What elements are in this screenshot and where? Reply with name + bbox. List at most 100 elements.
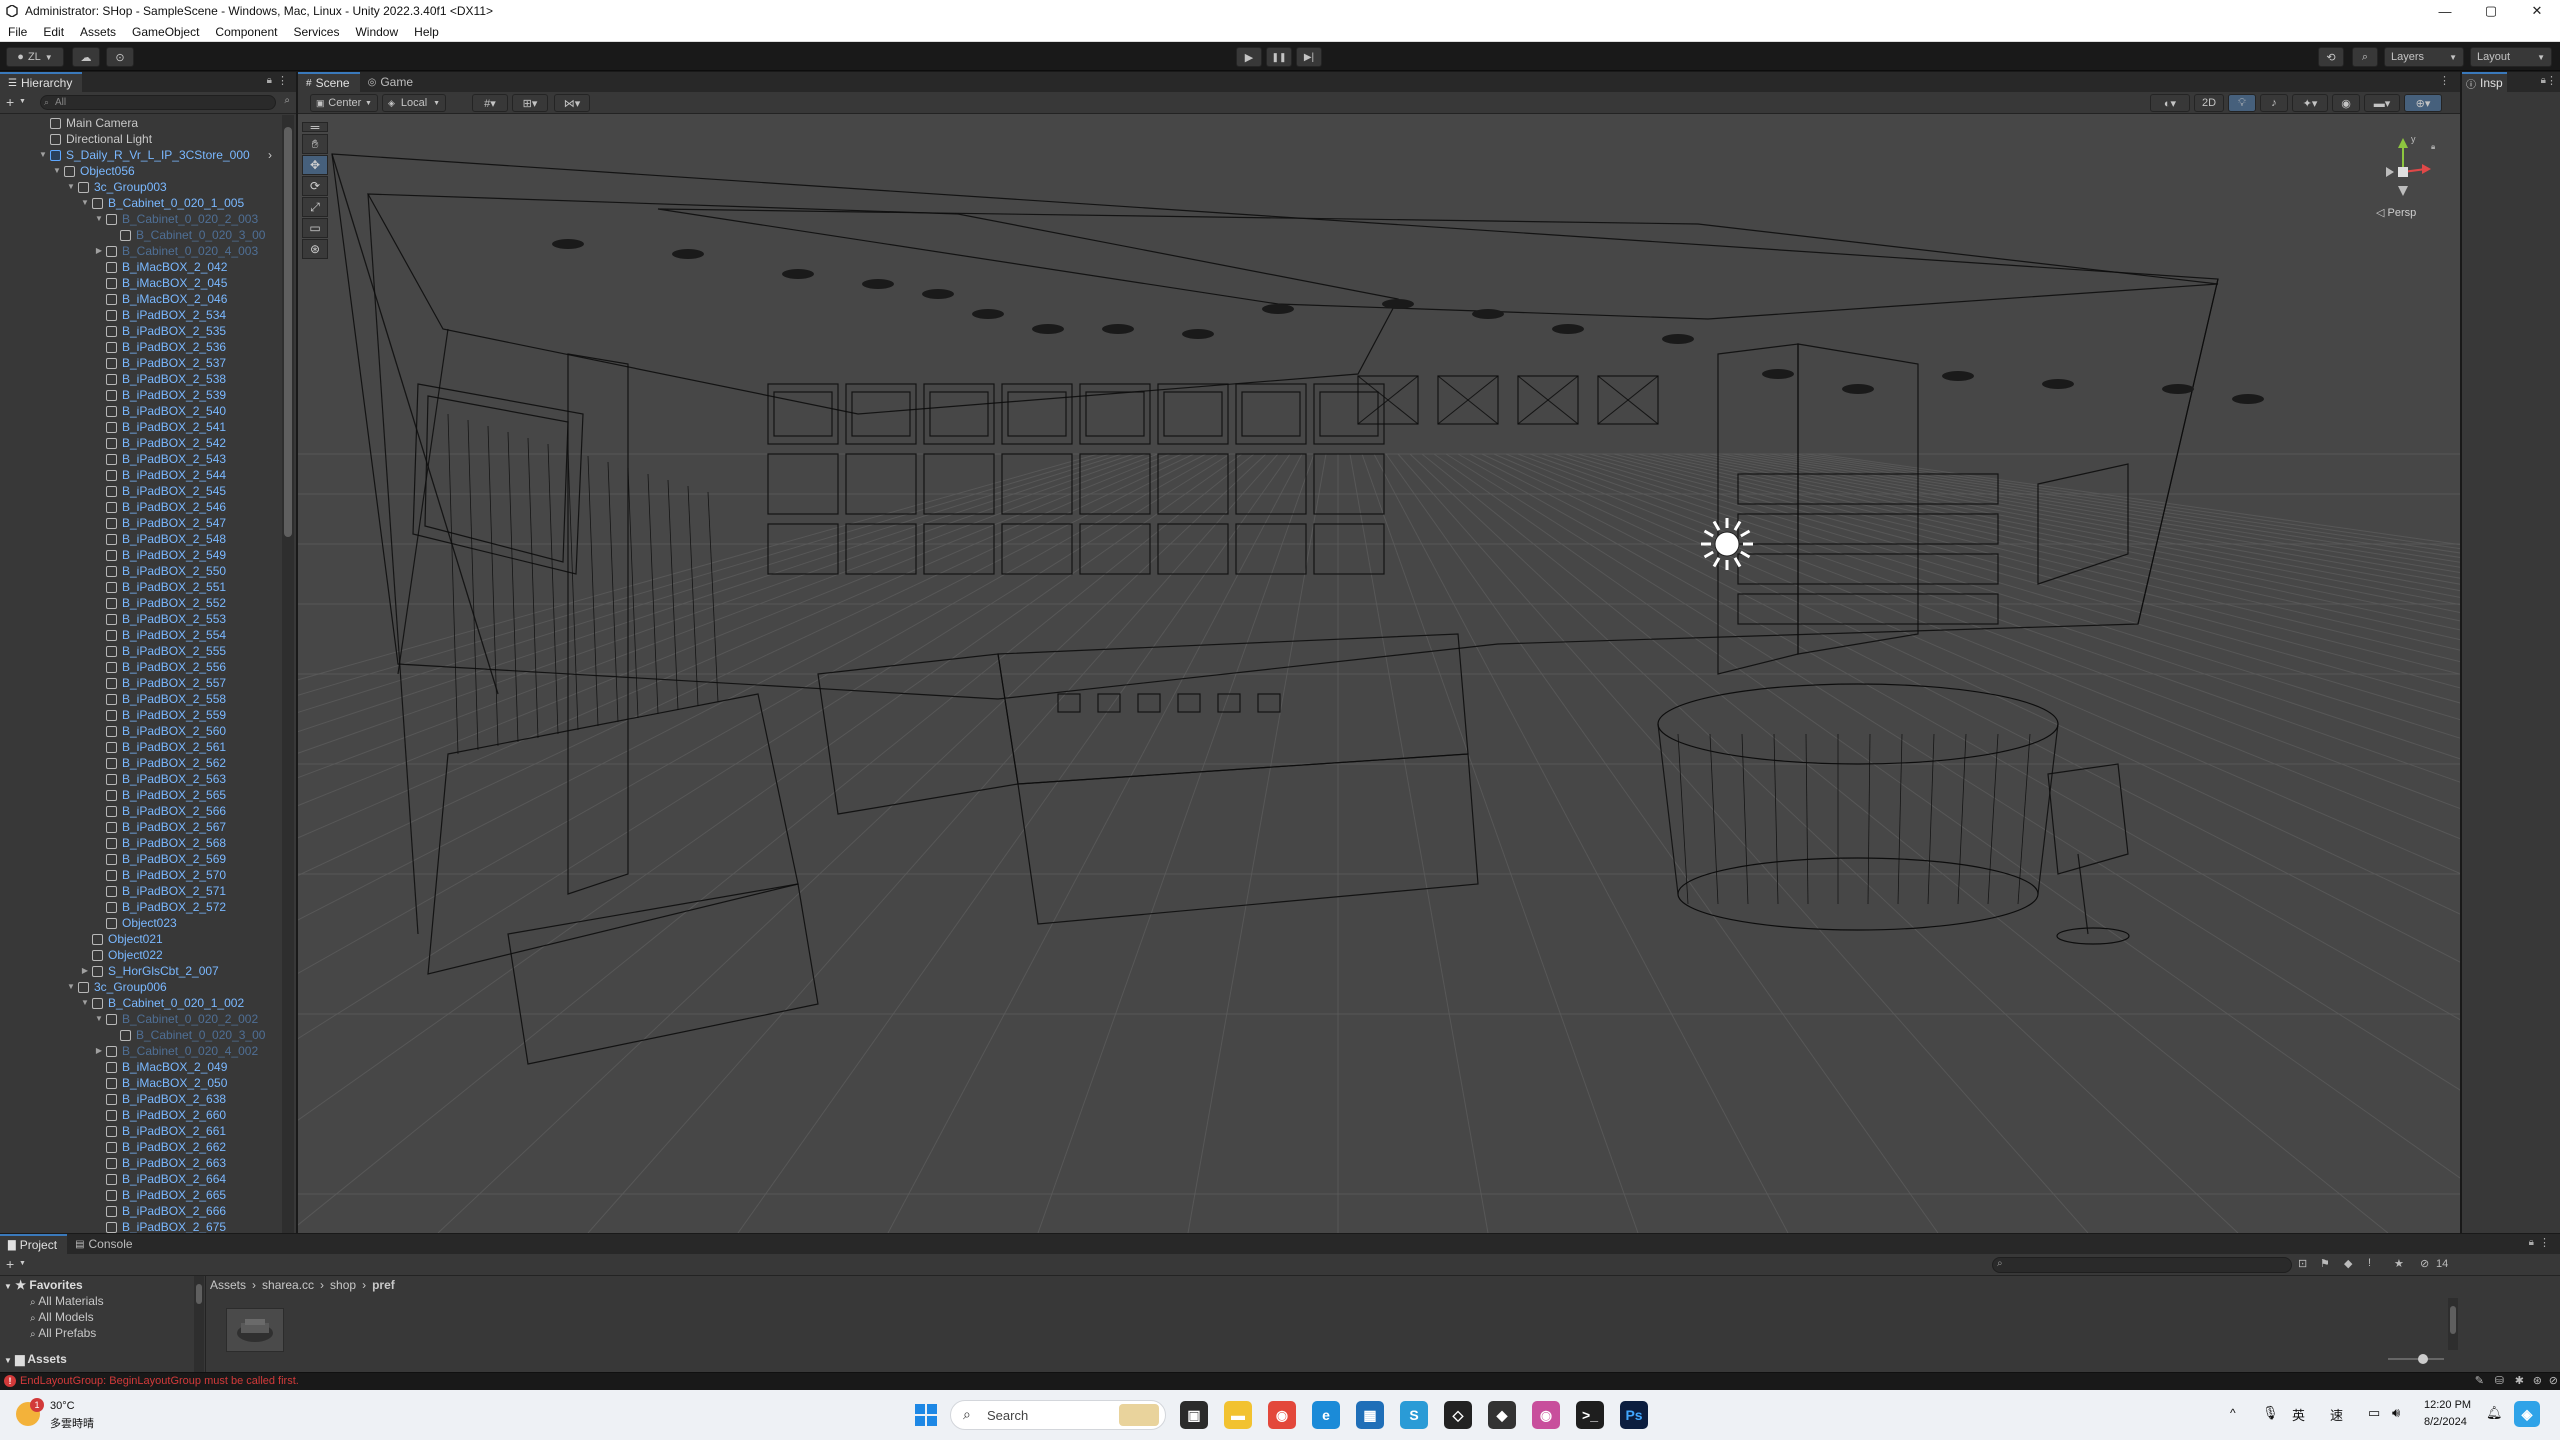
hierarchy-item[interactable]: B_iMacBOX_2_046 [0, 291, 282, 307]
clock-date[interactable]: 8/2/2024 [2424, 1416, 2467, 1428]
draw-mode-icon[interactable]: ◐▾ [2150, 94, 2190, 112]
asset-grid-scroll-thumb[interactable] [2450, 1306, 2456, 1334]
thumbnail-size-slider[interactable] [2388, 1354, 2444, 1364]
effects-icon[interactable]: ✦▾ [2292, 94, 2328, 112]
hierarchy-item[interactable]: ▼ 3c_Group006 [0, 979, 282, 995]
minimize-button[interactable]: — [2422, 0, 2468, 22]
chevron-down-icon[interactable]: ▼ [19, 98, 26, 105]
kebab-menu-icon[interactable]: ⋮ [2439, 74, 2450, 87]
hierarchy-item[interactable]: ▶ B_Cabinet_0_020_4_003 [0, 243, 282, 259]
kebab-menu-icon[interactable]: ⋮ [277, 74, 288, 87]
favorite-item[interactable]: ⌕ All Materials [30, 1294, 104, 1308]
hierarchy-item[interactable]: B_iPadBOX_2_555 [0, 643, 282, 659]
expand-arrow-icon[interactable]: ▼ [94, 211, 104, 227]
volume-icon[interactable]: 🔊︎ [2392, 1405, 2400, 1421]
play-button[interactable]: ▶ [1236, 47, 1262, 67]
kebab-menu-icon[interactable]: ⋮ [2546, 74, 2557, 87]
network-icon[interactable]: ▭ [2368, 1405, 2380, 1421]
breadcrumb-item[interactable]: Assets [210, 1278, 246, 1292]
hierarchy-item[interactable]: B_iPadBOX_2_547 [0, 515, 282, 531]
hierarchy-item[interactable]: B_iPadBOX_2_563 [0, 771, 282, 787]
snap-increment-icon[interactable]: ⊞▾ [512, 94, 548, 112]
grid-snap-icon[interactable]: #▾ [472, 94, 508, 112]
search-by-type-icon[interactable]: ⊡ [2298, 1257, 2307, 1270]
unity-hub-icon[interactable]: ◇ [1444, 1401, 1472, 1429]
hierarchy-item[interactable]: B_iPadBOX_2_552 [0, 595, 282, 611]
edge-icon[interactable]: e [1312, 1401, 1340, 1429]
hierarchy-item[interactable]: B_iPadBOX_2_538 [0, 371, 282, 387]
menu-gameobject[interactable]: GameObject [124, 25, 207, 39]
hierarchy-item[interactable]: B_iPadBOX_2_536 [0, 339, 282, 355]
hierarchy-item[interactable]: B_iPadBOX_2_559 [0, 707, 282, 723]
chevron-down-icon[interactable]: ▼ [19, 1260, 26, 1267]
microphone-icon[interactable]: 🎙︎ [2262, 1405, 2279, 1421]
add-icon[interactable]: + [6, 1256, 14, 1272]
kebab-menu-icon[interactable]: ⋮ [2539, 1236, 2550, 1249]
assets-root[interactable]: ▼ ▆ Assets [4, 1352, 67, 1366]
hierarchy-item[interactable]: B_iPadBOX_2_660 [0, 1107, 282, 1123]
maximize-button[interactable]: ▢ [2468, 0, 2514, 22]
collapse-arrow-icon[interactable]: ▶ [94, 1043, 104, 1059]
collapse-arrow-icon[interactable]: ▶ [94, 243, 104, 259]
file-explorer-icon[interactable]: ▬ [1224, 1401, 1252, 1429]
hierarchy-item[interactable]: B_iMacBOX_2_045 [0, 275, 282, 291]
lighting-toggle-icon[interactable]: 💡︎ [2228, 94, 2256, 112]
2d-toggle[interactable]: 2D [2194, 94, 2224, 112]
hierarchy-item[interactable]: B_iPadBOX_2_568 [0, 835, 282, 851]
menu-component[interactable]: Component [207, 25, 285, 39]
photoshop-icon[interactable]: Ps [1620, 1401, 1648, 1429]
tab-console[interactable]: ▤ Console [67, 1234, 142, 1254]
clock-time[interactable]: 12:20 PM [2424, 1399, 2471, 1411]
move-tool-icon[interactable]: ✥ [302, 155, 328, 175]
favorite-item[interactable]: ⌕ All Prefabs [30, 1326, 96, 1340]
status-error-message[interactable]: EndLayoutGroup: BeginLayoutGroup must be… [20, 1375, 299, 1387]
hierarchy-item[interactable]: B_iPadBOX_2_569 [0, 851, 282, 867]
ime-indicator[interactable]: 英 [2292, 1405, 2305, 1424]
ime-mode-indicator[interactable]: 速 [2330, 1405, 2343, 1424]
taskbar-search-box[interactable]: ⌕ Search [950, 1400, 1166, 1430]
hierarchy-item[interactable]: B_Cabinet_0_020_3_00 [0, 1027, 282, 1043]
hierarchy-item[interactable]: B_iPadBOX_2_560 [0, 723, 282, 739]
hierarchy-item[interactable]: ▼ B_Cabinet_0_020_1_005 [0, 195, 282, 211]
menu-services[interactable]: Services [285, 25, 347, 39]
hierarchy-item[interactable]: B_iMacBOX_2_049 [0, 1059, 282, 1075]
cloud-icon[interactable]: ☁ [72, 47, 100, 67]
hierarchy-item[interactable]: B_iPadBOX_2_539 [0, 387, 282, 403]
menu-window[interactable]: Window [347, 25, 406, 39]
pause-button[interactable]: ❚❚ [1266, 47, 1292, 67]
chevron-up-icon[interactable]: ^ [2230, 1406, 2236, 1420]
notification-bell-icon[interactable]: 🔔︎ [2486, 1405, 2503, 1421]
asset-grid-scrollbar[interactable] [2448, 1298, 2458, 1350]
expand-arrow-icon[interactable]: ▼ [94, 1011, 104, 1027]
hierarchy-item[interactable]: B_iMacBOX_2_042 [0, 259, 282, 275]
chrome-profile-icon[interactable]: ◉ [1532, 1401, 1560, 1429]
expand-arrow-icon[interactable]: ▼ [66, 179, 76, 195]
hierarchy-item[interactable]: B_iPadBOX_2_566 [0, 803, 282, 819]
hierarchy-item[interactable]: ▼ B_Cabinet_0_020_1_002 [0, 995, 282, 1011]
hierarchy-item[interactable]: B_iPadBOX_2_554 [0, 627, 282, 643]
layers-dropdown[interactable]: Layers ▼ [2384, 47, 2464, 67]
search-icon[interactable]: ⌕ [2352, 47, 2378, 67]
chrome-icon[interactable]: ◉ [1268, 1401, 1296, 1429]
hierarchy-item[interactable]: B_iPadBOX_2_542 [0, 435, 282, 451]
breadcrumb-item[interactable]: sharea.cc [262, 1278, 314, 1292]
task-view-icon[interactable]: ▣ [1180, 1401, 1208, 1429]
hierarchy-item[interactable]: Object021 [0, 931, 282, 947]
hand-tool-icon[interactable]: ✋︎ [302, 134, 328, 154]
hierarchy-search-input[interactable]: ⌕ All [40, 95, 276, 110]
add-icon[interactable]: + [6, 94, 14, 110]
folder-tree-scroll-thumb[interactable] [196, 1284, 202, 1304]
hierarchy-item[interactable]: B_iPadBOX_2_549 [0, 547, 282, 563]
hierarchy-item[interactable]: B_iPadBOX_2_537 [0, 355, 282, 371]
weather-widget[interactable]: 1 30°C 多雲時晴 [16, 1398, 136, 1432]
scale-tool-icon[interactable]: ⤢ [302, 197, 328, 217]
terminal-icon[interactable]: >_ [1576, 1401, 1604, 1429]
hierarchy-item[interactable]: B_iPadBOX_2_534 [0, 307, 282, 323]
layout-dropdown[interactable]: Layout ▼ [2470, 47, 2552, 67]
hierarchy-item[interactable]: ▼ B_Cabinet_0_020_2_002 [0, 1011, 282, 1027]
search-scope-icon[interactable]: ⌕ [284, 95, 290, 106]
step-button[interactable]: ▶| [1296, 47, 1322, 67]
hierarchy-item[interactable]: B_Cabinet_0_020_3_00 [0, 227, 282, 243]
search-by-label-icon[interactable]: ⚑ [2320, 1257, 2330, 1270]
hierarchy-item[interactable]: B_iPadBOX_2_661 [0, 1123, 282, 1139]
